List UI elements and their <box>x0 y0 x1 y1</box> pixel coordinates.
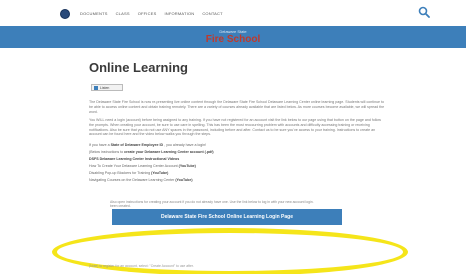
account-note-line-2: been created. <box>110 204 131 208</box>
online-learning-login-button[interactable]: Delaware State Fire School Online Learni… <box>112 209 342 225</box>
nav-item-information[interactable]: INFORMATION <box>164 11 194 16</box>
listen-label: Listen <box>100 85 110 90</box>
nav-links: DOCUMENTS CLASS OFFICES INFORMATION CONT… <box>80 11 223 16</box>
video-popup-label: Disabling Pop-up Blockers for Training <box>89 171 151 175</box>
header-banner: Delaware State Fire School <box>0 26 466 48</box>
top-navigation: DOCUMENTS CLASS OFFICES INFORMATION CONT… <box>0 0 466 26</box>
listen-button[interactable]: Listen <box>91 84 123 91</box>
create-account-pdf-link[interactable]: create your Delaware Learning Center acc… <box>124 150 213 154</box>
employee-id-line: If you have a State of Delaware Employee… <box>89 143 206 147</box>
video-create-account-label: How To Create Your Delaware Learning Cen… <box>89 164 178 168</box>
employee-id-prefix: If you have a <box>89 143 110 147</box>
login-paragraph: You WILL need a login (account) before b… <box>89 118 382 137</box>
nav-item-offices[interactable]: OFFICES <box>138 11 157 16</box>
youtube-create-account-link[interactable]: (YouTube) <box>179 164 196 168</box>
speaker-icon <box>94 85 98 90</box>
nav-item-documents[interactable]: DOCUMENTS <box>80 11 108 16</box>
instructions-line: (Below instructions to create your Delaw… <box>89 150 214 154</box>
youtube-popup-link[interactable]: (YouTube) <box>151 171 168 175</box>
video-line-popup: Disabling Pop-up Blockers for Training (… <box>89 171 168 175</box>
instructions-prefix: (Below instructions to <box>89 150 124 154</box>
employee-id-suffix: , you already have a login! <box>164 143 207 147</box>
nav-item-contact[interactable]: CONTACT <box>202 11 222 16</box>
nav-item-class[interactable]: CLASS <box>116 11 130 16</box>
intro-paragraph: The Delaware State Fire School is now re… <box>89 100 385 114</box>
fire-school-logo[interactable] <box>60 9 70 19</box>
main-content: Online Learning Listen The Delaware Stat… <box>0 48 466 274</box>
search-icon[interactable] <box>418 6 430 18</box>
bottom-note: (Note) to register for an account, selec… <box>89 264 194 268</box>
instructional-videos-link[interactable]: DSFS Delaware Learning Center Instructio… <box>89 157 179 161</box>
videos-heading: DSFS Delaware Learning Center Instructio… <box>89 157 179 161</box>
video-line-navigating: Navigating Courses on the Delaware Learn… <box>89 178 193 182</box>
video-navigating-label: Navigating Courses on the Delaware Learn… <box>89 178 175 182</box>
account-note-line: Also open instructions for creating your… <box>110 200 314 204</box>
video-line-create-account: How To Create Your Delaware Learning Cen… <box>89 164 196 168</box>
youtube-navigating-link[interactable]: (YouTube) <box>175 178 192 182</box>
page-title: Online Learning <box>89 60 188 75</box>
employee-id-bold: State of Delaware Employee ID <box>110 143 164 147</box>
banner-title: Fire School <box>205 34 261 45</box>
